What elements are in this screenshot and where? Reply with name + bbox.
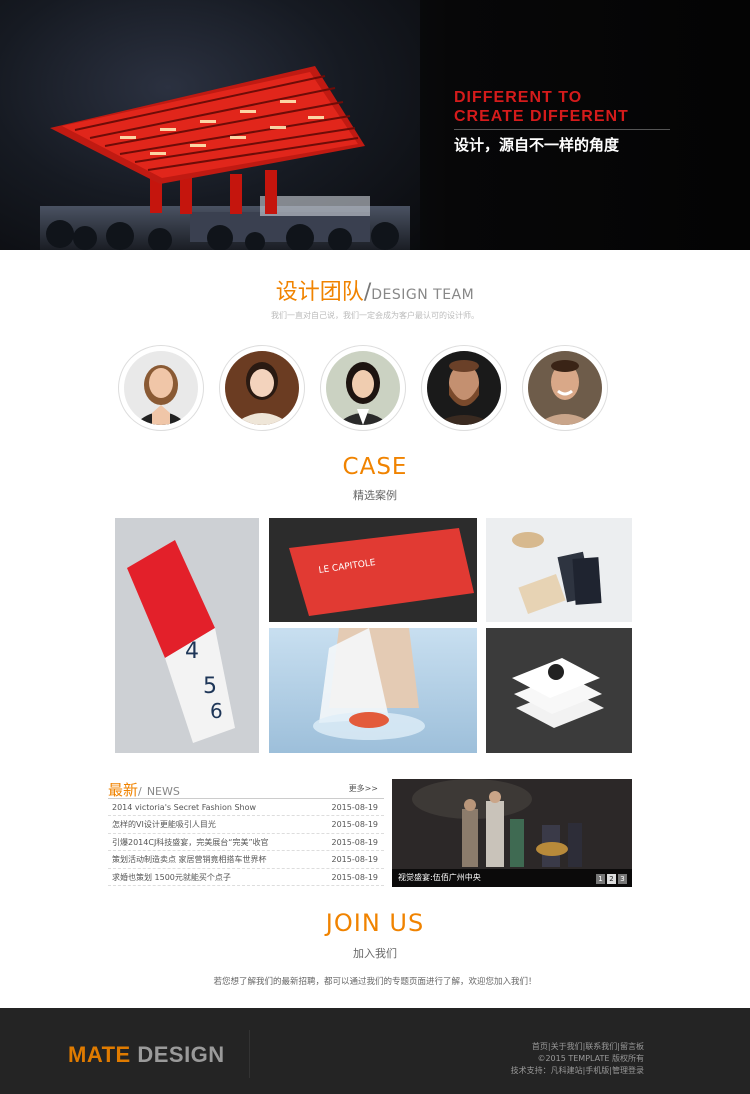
hero-title-line1: DIFFERENT TO — [454, 89, 583, 106]
hero-title: DIFFERENT TO CREATE DIFFERENT — [454, 88, 629, 126]
news-more-link[interactable]: 更多>> — [349, 783, 378, 794]
team-heading-cn: 设计团队 — [275, 280, 364, 305]
news-item-date: 2015-08-19 — [331, 803, 379, 812]
member-photo — [427, 351, 501, 425]
team-member-avatar[interactable] — [522, 345, 608, 431]
footer-link-mobile[interactable]: 手机版 — [585, 1066, 609, 1075]
team-heading-en: DESIGN TEAM — [371, 287, 475, 303]
footer-logo-part2: DESIGN — [137, 1042, 225, 1067]
footer-link-home[interactable]: 首页 — [532, 1042, 548, 1051]
slider-pagination: 1 2 3 — [596, 874, 627, 884]
team-member-avatar[interactable] — [421, 345, 507, 431]
svg-text:5: 5 — [203, 674, 217, 699]
news-item[interactable]: 引爆2014CJ科技盛宴，完美展台“完美”收官 2015-08-19 — [108, 834, 384, 852]
member-photo — [225, 351, 299, 425]
footer-link-about[interactable]: 关于我们 — [551, 1042, 583, 1051]
join-subtitle: 加入我们 — [353, 947, 397, 960]
case-tile-photo-prints[interactable] — [486, 628, 632, 753]
member-photo — [326, 351, 400, 425]
slider-page-button[interactable]: 3 — [618, 874, 627, 884]
news-item-date: 2015-08-19 — [331, 820, 379, 830]
case-tile-ticket[interactable]: LE CAPITOLE — [269, 518, 477, 622]
case-tile-business-cards[interactable] — [486, 518, 632, 622]
news-item-title: 求婚也策划 1500元就能买个点子 — [112, 872, 231, 882]
hero-title-line2: CREATE DIFFERENT — [454, 108, 629, 125]
footer-logo-part1: MATE — [68, 1042, 131, 1067]
svg-text:6: 6 — [210, 699, 223, 723]
news-header: 最新/ NEWS 更多>> — [108, 779, 384, 799]
news-item[interactable]: 求婚也策划 1500元就能买个点子 2015-08-19 — [108, 869, 384, 886]
member-photo — [124, 351, 198, 425]
news-panel: 最新/ NEWS 更多>> 2014 victoria's Secret Fas… — [108, 779, 384, 886]
news-item[interactable]: 2014 victoria's Secret Fashion Show 2015-… — [108, 799, 384, 817]
footer-divider — [249, 1030, 250, 1078]
team-subtitle: 我们一直对自己说，我们一定会成为客户最认可的设计师。 — [271, 311, 479, 320]
news-item-title: 策划活动制造卖点 家居营销竟相搭车世界杯 — [112, 855, 267, 865]
join-heading: JOIN US — [325, 909, 425, 937]
slider-page-button[interactable]: 1 — [596, 874, 605, 884]
footer-link-admin-login[interactable]: 管理登录 — [612, 1066, 644, 1075]
team-avatars — [118, 345, 618, 431]
hero-subtitle: 设计，源自不一样的角度 — [454, 136, 620, 154]
news-item-date: 2015-08-19 — [331, 872, 379, 882]
join-description: 若您想了解我们的最新招聘，都可以通过我们的专题页面进行了解，欢迎您加入我们！ — [213, 977, 537, 987]
footer-links: 首页|关于我们|联系我们|留言板 ©2015 TEMPLATE 版权所有 技术支… — [511, 1041, 644, 1077]
news-item-date: 2015-08-19 — [331, 837, 379, 847]
svg-text:4: 4 — [185, 639, 199, 664]
team-member-avatar[interactable] — [219, 345, 305, 431]
footer: MATE DESIGN 首页|关于我们|联系我们|留言板 ©2015 TEMPL… — [0, 1008, 750, 1094]
news-heading-slash: / — [138, 785, 142, 798]
footer-link-fanke[interactable]: 凡科建站 — [551, 1066, 583, 1075]
news-item-title: 2014 victoria's Secret Fashion Show — [112, 803, 257, 812]
member-photo — [528, 351, 602, 425]
news-item-title: 引爆2014CJ科技盛宴，完美展台“完美”收官 — [112, 837, 269, 847]
case-tile-model-shrimp[interactable] — [269, 628, 477, 753]
footer-nav: 首页|关于我们|联系我们|留言板 — [531, 1042, 644, 1051]
footer-support-label: 技术支持： — [510, 1066, 551, 1075]
news-heading-cn: 最新 — [108, 781, 139, 799]
footer-link-guestbook[interactable]: 留言板 — [620, 1042, 644, 1051]
news-heading-en: NEWS — [146, 785, 180, 798]
case-subtitle: 精选案例 — [353, 489, 397, 502]
news-item-date: 2015-08-19 — [331, 855, 379, 865]
team-member-avatar[interactable] — [320, 345, 406, 431]
news-item[interactable]: 策划活动制造卖点 家居营销竟相搭车世界杯 2015-08-19 — [108, 851, 384, 869]
footer-copyright: ©2015 TEMPLATE 版权所有 — [537, 1054, 644, 1063]
china-pavilion-image — [40, 66, 410, 250]
slider-page-button[interactable]: 2 — [607, 874, 616, 884]
news-item-title: 怎样的VI设计更能吸引人目光 — [112, 820, 216, 830]
case-tile-brochure[interactable]: 4 5 6 — [115, 518, 259, 753]
team-member-avatar[interactable] — [118, 345, 204, 431]
case-heading: CASE — [342, 454, 408, 480]
news-item[interactable]: 怎样的VI设计更能吸引人目光 2015-08-19 — [108, 816, 384, 834]
page: DIFFERENT TO CREATE DIFFERENT 设计，源自不一样的角… — [0, 0, 750, 1094]
footer-link-contact[interactable]: 联系我们 — [585, 1042, 617, 1051]
hero-banner: DIFFERENT TO CREATE DIFFERENT 设计，源自不一样的角… — [0, 0, 750, 250]
hero-divider — [454, 129, 670, 130]
footer-support: 技术支持：凡科建站|手机版|管理登录 — [510, 1066, 644, 1075]
footer-logo[interactable]: MATE DESIGN — [68, 1042, 225, 1068]
news-slider[interactable]: 视觉盛宴:伍佰广州中央 1 2 3 — [392, 779, 632, 887]
team-heading: 设计团队/DESIGN TEAM — [0, 274, 750, 306]
